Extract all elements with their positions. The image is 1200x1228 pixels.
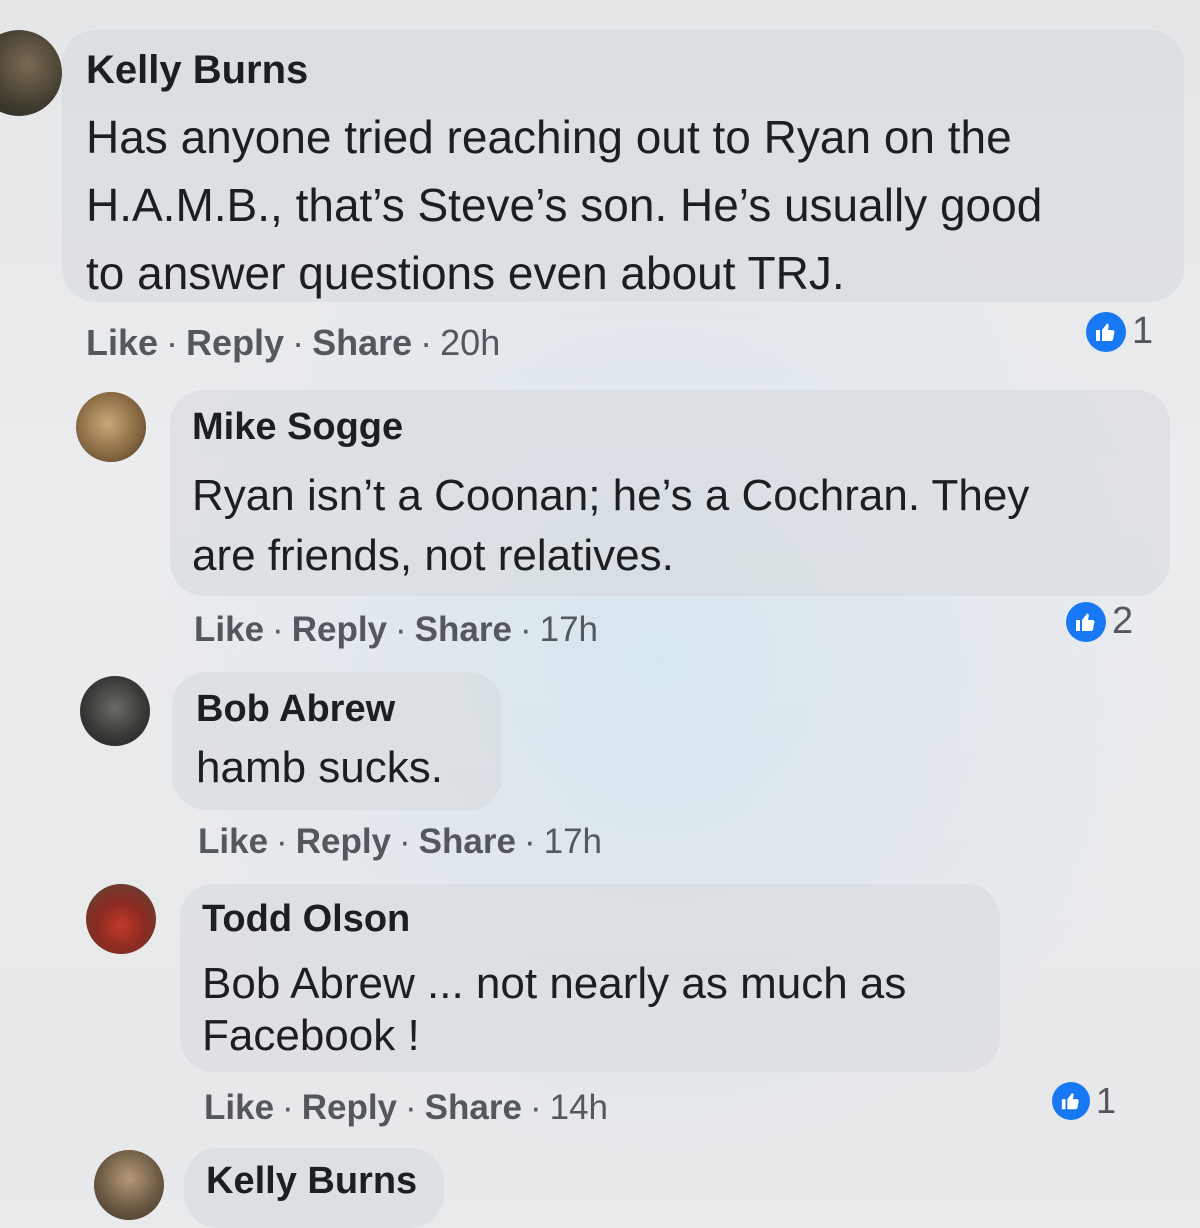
reaction-count[interactable]: 1 bbox=[1086, 310, 1153, 353]
comment-author[interactable]: Kelly Burns bbox=[206, 1160, 417, 1203]
reaction-count-number: 2 bbox=[1112, 600, 1134, 642]
separator: · bbox=[395, 610, 407, 649]
share-button[interactable]: Share bbox=[425, 1088, 522, 1128]
timestamp[interactable]: 17h bbox=[540, 610, 598, 650]
comment-text-line: Has anyone tried reaching out to Ryan on… bbox=[86, 111, 1012, 163]
like-button[interactable]: Like bbox=[86, 322, 158, 364]
separator: · bbox=[399, 822, 411, 861]
comment-text-line: are friends, not relatives. bbox=[192, 531, 674, 580]
timestamp[interactable]: 20h bbox=[440, 322, 500, 364]
comment-actions: Like · Reply · Share · 17h bbox=[198, 822, 602, 862]
comment-text-line: Facebook ! bbox=[202, 1011, 420, 1060]
comment-author[interactable]: Mike Sogge bbox=[192, 406, 403, 449]
separator: · bbox=[282, 1088, 294, 1127]
reaction-count-number: 1 bbox=[1096, 1080, 1117, 1121]
avatar[interactable] bbox=[76, 392, 146, 462]
separator: · bbox=[405, 1088, 417, 1127]
reply-button[interactable]: Reply bbox=[186, 322, 284, 364]
share-button[interactable]: Share bbox=[415, 610, 512, 650]
reply-button[interactable]: Reply bbox=[296, 822, 391, 862]
reaction-count[interactable]: 1 bbox=[1052, 1080, 1116, 1122]
reaction-count-number: 1 bbox=[1132, 310, 1154, 352]
thumbs-up-icon bbox=[1086, 311, 1126, 352]
comment-actions: Like · Reply · Share · 17h bbox=[194, 610, 598, 650]
separator: · bbox=[529, 1088, 542, 1127]
timestamp[interactable]: 17h bbox=[544, 822, 602, 862]
comment-author[interactable]: Todd Olson bbox=[202, 898, 410, 941]
separator: · bbox=[292, 322, 305, 363]
share-button[interactable]: Share bbox=[419, 822, 516, 862]
separator: · bbox=[272, 610, 284, 649]
comment-text-line: H.A.M.B., that’s Steve’s son. He’s usual… bbox=[86, 179, 1043, 231]
comment-author[interactable]: Bob Abrew bbox=[196, 688, 395, 731]
comment-thread: Kelly Burns Has anyone tried reaching ou… bbox=[0, 0, 1200, 1228]
avatar[interactable] bbox=[86, 884, 156, 954]
comment-actions: Like · Reply · Share · 20h bbox=[86, 322, 500, 364]
avatar[interactable] bbox=[80, 676, 150, 746]
thumbs-up-icon bbox=[1052, 1082, 1090, 1120]
separator: · bbox=[519, 610, 532, 649]
like-button[interactable]: Like bbox=[204, 1088, 274, 1128]
comment-text-line: Bob Abrew ... not nearly as much as bbox=[202, 959, 907, 1008]
comment-author[interactable]: Kelly Burns bbox=[86, 48, 308, 93]
reply-button[interactable]: Reply bbox=[302, 1088, 397, 1128]
separator: · bbox=[420, 322, 433, 363]
comment-actions: Like · Reply · Share · 14h bbox=[204, 1088, 608, 1128]
thumbs-up-icon bbox=[1066, 601, 1106, 642]
reply-button[interactable]: Reply bbox=[292, 610, 387, 650]
comment-text-line: to answer questions even about TRJ. bbox=[86, 247, 845, 299]
comment-text-line: hamb sucks. bbox=[196, 743, 443, 792]
avatar[interactable] bbox=[0, 30, 62, 116]
reaction-count[interactable]: 2 bbox=[1066, 600, 1133, 643]
like-button[interactable]: Like bbox=[194, 610, 264, 650]
like-button[interactable]: Like bbox=[198, 822, 268, 862]
separator: · bbox=[166, 322, 179, 363]
avatar[interactable] bbox=[94, 1150, 164, 1220]
share-button[interactable]: Share bbox=[312, 322, 412, 364]
separator: · bbox=[276, 822, 288, 861]
comment-text-line: Ryan isn’t a Coonan; he’s a Cochran. The… bbox=[192, 471, 1030, 520]
separator: · bbox=[523, 822, 536, 861]
timestamp[interactable]: 14h bbox=[550, 1088, 608, 1128]
